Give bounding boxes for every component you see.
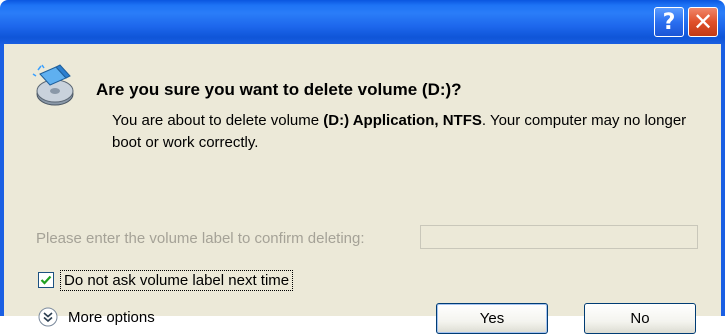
no-button[interactable]: No <box>584 303 696 334</box>
dialog-title: Are you sure you want to delete volume (… <box>96 80 462 99</box>
help-button[interactable]: ? <box>654 7 684 37</box>
do-not-ask-checkbox-row[interactable]: Do not ask volume label next time <box>38 269 294 291</box>
confirm-prompt: Please enter the volume label to confirm… <box>36 230 365 247</box>
more-options-label: More options <box>68 308 155 326</box>
close-icon: ✕ <box>692 8 714 36</box>
help-icon: ? <box>662 9 676 35</box>
dialog-body: Are you sure you want to delete volume (… <box>0 44 725 334</box>
volume-name: (D:) Application, NTFS <box>323 112 482 129</box>
title-bar[interactable]: ? ✕ <box>0 0 725 44</box>
message-prefix: You are about to delete volume <box>112 112 324 129</box>
checkmark-icon <box>40 275 52 285</box>
delete-volume-dialog: ? ✕ Are you sure you want to delete volu… <box>0 0 725 334</box>
more-options-toggle[interactable]: More options <box>38 307 155 327</box>
yes-button[interactable]: Yes <box>436 303 548 334</box>
warning-message: You are about to delete volume (D:) Appl… <box>112 110 692 154</box>
do-not-ask-checkbox[interactable] <box>38 272 54 288</box>
disk-eraser-icon <box>32 64 74 106</box>
chevron-down-circle-icon <box>38 307 58 327</box>
do-not-ask-label[interactable]: Do not ask volume label next time <box>60 269 294 291</box>
close-button[interactable]: ✕ <box>688 7 718 37</box>
volume-label-input[interactable] <box>420 225 698 249</box>
